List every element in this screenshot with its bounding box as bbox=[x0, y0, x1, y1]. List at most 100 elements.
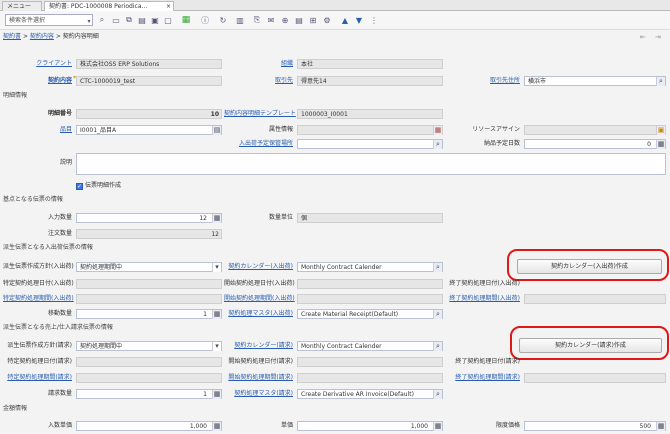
invoice-start-period-label[interactable]: 開始契約処理期間(請求) bbox=[224, 373, 293, 383]
chevron-down-icon[interactable]: ▾ bbox=[84, 16, 94, 26]
search-icon[interactable]: ⌕ bbox=[97, 15, 107, 25]
search-icon[interactable]: ⌕ bbox=[656, 76, 665, 86]
export-icon[interactable]: ⊞ bbox=[308, 15, 318, 25]
locator-field[interactable] bbox=[297, 139, 443, 149]
order-qty-field: 12 bbox=[76, 229, 222, 239]
attachment-icon[interactable]: ⎘ bbox=[252, 15, 262, 25]
tab-contract-label: 契約書: PDC-1000008 Periodica... bbox=[49, 3, 148, 10]
calculator-icon[interactable]: ▦ bbox=[656, 139, 665, 149]
calculator-icon[interactable]: ▦ bbox=[656, 421, 665, 431]
archive-icon[interactable]: ▤ bbox=[294, 15, 304, 25]
product-lookup-icon[interactable]: ▤ bbox=[212, 125, 221, 135]
inout-calendar-label[interactable]: 契約カレンダー(入出荷) bbox=[224, 262, 293, 272]
inout-policy-select[interactable]: 契約処理期間中 bbox=[76, 262, 222, 272]
invoice-master-field[interactable]: Create Derivative AR Invoice(Default) bbox=[297, 389, 443, 399]
process-icon[interactable]: ⚙ bbox=[322, 15, 332, 25]
search-icon[interactable]: ⌕ bbox=[433, 309, 442, 319]
section-amount[interactable]: 金額情報 bbox=[3, 404, 27, 414]
invoice-policy-select[interactable]: 契約処理期間中 bbox=[76, 341, 222, 351]
invoice-end-date-label: 終了契約処理日付(請求) bbox=[455, 358, 520, 365]
save-icon[interactable]: ▣ bbox=[150, 15, 160, 25]
search-icon[interactable]: ⌕ bbox=[433, 139, 442, 149]
invoice-specific-period-label[interactable]: 特定契約処理期間(請求) bbox=[3, 373, 72, 383]
inout-policy-label: 派生伝票作成方針(入出荷) bbox=[3, 263, 74, 270]
invoice-end-period-label[interactable]: 終了契約処理期間(請求) bbox=[448, 373, 520, 383]
unit-price-label: 単価 bbox=[280, 422, 293, 429]
org-label[interactable]: 組織 bbox=[268, 59, 293, 69]
product-field[interactable]: I0001_品目A bbox=[76, 125, 222, 135]
refresh-icon[interactable]: ↻ bbox=[218, 15, 228, 25]
create-line-checkbox[interactable]: ✓ bbox=[76, 183, 83, 190]
chevron-down-icon[interactable]: ▾ bbox=[212, 262, 221, 272]
section-detail[interactable]: 明細情報 bbox=[3, 91, 27, 101]
locator-label[interactable]: 入出荷予定保管場所 bbox=[224, 139, 293, 149]
client-label[interactable]: クライアント bbox=[20, 59, 72, 69]
create-line-label: 伝票明細作成 bbox=[85, 182, 122, 189]
search-icon[interactable]: ⌕ bbox=[433, 262, 442, 272]
resource-assign-field bbox=[524, 125, 666, 135]
delivery-days-field[interactable]: 0 bbox=[524, 139, 666, 149]
inout-master-label[interactable]: 契約処理マスタ(入出荷) bbox=[224, 309, 293, 319]
unit-price-field[interactable]: 1,000 bbox=[297, 421, 443, 431]
delete-icon[interactable]: ▤ bbox=[137, 15, 147, 25]
undo-icon[interactable]: ▢ bbox=[163, 15, 173, 25]
section-derived-inout[interactable]: 派生伝票となる入出荷伝票の情報 bbox=[3, 243, 93, 253]
attribute-icon[interactable]: ▦ bbox=[433, 125, 442, 135]
move-qty-field[interactable]: 1 bbox=[76, 309, 222, 319]
tab-contract[interactable]: 契約書: PDC-1000008 Periodica... × bbox=[44, 1, 174, 11]
invoice-master-label[interactable]: 契約処理マスタ(請求) bbox=[224, 389, 293, 399]
description-field[interactable] bbox=[76, 153, 666, 175]
partner-label[interactable]: 取引先 bbox=[268, 76, 293, 86]
partner-field: 得意先14 bbox=[297, 76, 443, 86]
inout-start-period-label[interactable]: 開始契約処理期間(入出荷) bbox=[224, 294, 295, 304]
arrow-down-icon[interactable]: ▼ bbox=[354, 15, 364, 25]
calculator-icon[interactable]: ▦ bbox=[212, 309, 221, 319]
calculator-icon[interactable]: ▦ bbox=[212, 213, 221, 223]
template-label[interactable]: 契約内容明細テンプレート bbox=[224, 109, 296, 119]
partner-location-label[interactable]: 取引先住所 bbox=[480, 76, 520, 86]
inout-end-period-label[interactable]: 終了契約処理期間(入出荷) bbox=[448, 294, 520, 304]
inout-master-field[interactable]: Create Material Receipt(Default) bbox=[297, 309, 443, 319]
section-derived-invoice[interactable]: 派生伝票となる売上/仕入請求伝票の情報 bbox=[3, 323, 113, 333]
line-no-field: 10 bbox=[76, 109, 222, 119]
highlight-oval bbox=[507, 249, 669, 281]
highlight-oval bbox=[510, 326, 669, 360]
entered-qty-field[interactable]: 12 bbox=[76, 213, 222, 223]
close-icon[interactable]: × bbox=[166, 2, 171, 11]
search-input[interactable]: 検索条件選択 bbox=[5, 14, 93, 26]
more-icon[interactable]: ⋮ bbox=[369, 15, 379, 25]
contract-content-label[interactable]: 契約内容 bbox=[20, 76, 72, 86]
breadcrumb-contract-content[interactable]: 契約内容 bbox=[30, 33, 54, 40]
search-icon[interactable]: ⌕ bbox=[433, 341, 442, 351]
calculator-icon[interactable]: ▦ bbox=[212, 421, 221, 431]
chat-icon[interactable]: ✉ bbox=[266, 15, 276, 25]
copy-icon[interactable]: ⧉ bbox=[124, 15, 134, 25]
invoice-calendar-label[interactable]: 契約カレンダー(請求) bbox=[224, 341, 293, 351]
new-document-icon[interactable]: ▭ bbox=[111, 15, 121, 25]
calculator-icon[interactable]: ▦ bbox=[212, 389, 221, 399]
invoice-calendar-field[interactable]: Monthly Contract Calender bbox=[297, 341, 443, 351]
search-icon[interactable]: ⌕ bbox=[433, 389, 442, 399]
limit-price-field[interactable]: 500 bbox=[524, 421, 666, 431]
help-icon[interactable]: ⓘ bbox=[200, 15, 210, 25]
contract-content-field: CTC-1000019_test bbox=[76, 76, 222, 86]
zoom-across-icon[interactable]: ⊕ bbox=[280, 15, 290, 25]
calculator-icon[interactable]: ▦ bbox=[433, 421, 442, 431]
chevron-down-icon[interactable]: ▾ bbox=[212, 341, 221, 351]
tab-menu[interactable]: メニュー bbox=[2, 1, 42, 11]
report-icon[interactable]: ▥ bbox=[235, 15, 245, 25]
grid-toggle-icon[interactable]: ▦ bbox=[181, 15, 191, 25]
entered-price-field[interactable]: 1,000 bbox=[76, 421, 222, 431]
product-label[interactable]: 品目 bbox=[20, 125, 72, 135]
nav-first-icon[interactable]: ⇤ bbox=[640, 33, 646, 41]
invoice-qty-label: 請求数量 bbox=[47, 390, 72, 397]
partner-location-field[interactable]: 横浜市 bbox=[524, 76, 666, 86]
arrow-up-icon[interactable]: ▲ bbox=[340, 15, 350, 25]
nav-next-icon[interactable]: ⇥ bbox=[655, 33, 661, 41]
inout-calendar-field[interactable]: Monthly Contract Calender bbox=[297, 262, 443, 272]
invoice-qty-field[interactable]: 1 bbox=[76, 389, 222, 399]
inout-specific-period-label[interactable]: 特定契約処理期間(入出荷) bbox=[3, 294, 74, 304]
section-base-doc[interactable]: 基点となる伝票の情報 bbox=[3, 195, 63, 205]
breadcrumb-contract[interactable]: 契約書 bbox=[3, 33, 21, 40]
resource-icon[interactable]: ▣ bbox=[656, 125, 665, 135]
